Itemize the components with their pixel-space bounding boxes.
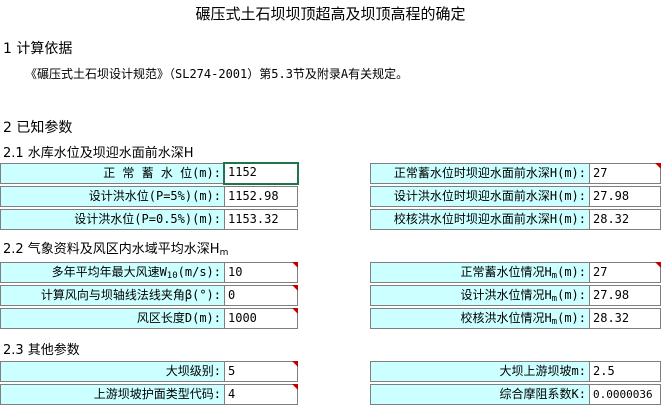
comment-marker[interactable] — [292, 308, 298, 314]
comment-marker[interactable] — [292, 384, 298, 390]
sheet-title: 碾压式土石坝坝顶超高及坝顶高程的确定 — [195, 5, 466, 23]
section-1-heading: 1 计算依据 — [3, 41, 73, 57]
dam-grade-input[interactable]: 5 — [224, 361, 298, 382]
max-wind-speed-input[interactable]: 10 — [224, 262, 298, 283]
fetch-length-label: 风区长度D(m): — [0, 308, 225, 329]
upstream-slope-input[interactable]: 2.5 — [589, 361, 661, 382]
design-flood-level-5-label: 设计洪水位(P=5%)(m): — [0, 186, 225, 207]
max-wind-speed-label: 多年平均年最大风速W10(m/s): — [0, 262, 225, 283]
normal-water-level-label: 正 常 蓄 水 位(m): — [0, 163, 225, 184]
comment-marker[interactable] — [292, 361, 298, 367]
dam-grade-label: 大坝级别: — [0, 361, 225, 382]
friction-coefficient-label: 综合摩阻系数K: — [370, 384, 590, 405]
comment-marker[interactable] — [292, 262, 298, 268]
comment-marker[interactable] — [655, 163, 661, 169]
wind-angle-label: 计算风向与坝轴线法线夹角β(°): — [0, 285, 225, 306]
section-2-heading: 2 已知参数 — [3, 120, 73, 136]
design-level-depth-label: 设计洪水位时坝迎水面前水深H(m): — [370, 186, 590, 207]
check-level-depth-label: 校核洪水位时坝迎水面前水深H(m): — [370, 209, 590, 230]
section-2-3-heading: 2.3 其他参数 — [3, 343, 80, 358]
check-level-mean-depth-input[interactable]: 28.32 — [589, 308, 661, 329]
check-level-depth-input[interactable]: 28.32 — [589, 209, 661, 230]
comment-marker[interactable] — [655, 262, 661, 268]
normal-level-depth-input[interactable]: 27 — [589, 163, 661, 184]
design-flood-level-5-input[interactable]: 1152.98 — [224, 186, 298, 207]
upstream-slope-label: 大坝上游坝坡m: — [370, 361, 590, 382]
design-level-mean-depth-input[interactable]: 27.98 — [589, 285, 661, 306]
calculation-basis-text: 《碾压式土石坝设计规范》（SL274-2001）第5.3节及附录A有关规定。 — [25, 67, 409, 81]
normal-level-mean-depth-label: 正常蓄水位情况Hm(m): — [370, 262, 590, 283]
design-level-mean-depth-label: 设计洪水位情况Hm(m): — [370, 285, 590, 306]
normal-water-level-input[interactable]: 1152 — [223, 162, 299, 185]
design-flood-level-05-label: 设计洪水位(P=0.5%)(m): — [0, 209, 225, 230]
section-2-1-heading: 2.1 水库水位及坝迎水面前水深H — [3, 146, 194, 161]
section-2-2-heading: 2.2 气象资料及风区内水域平均水深Hm — [3, 242, 229, 258]
normal-level-depth-label: 正常蓄水位时坝迎水面前水深H(m): — [370, 163, 590, 184]
slope-protection-type-label: 上游坝坡护面类型代码: — [0, 384, 225, 405]
normal-level-mean-depth-input[interactable]: 27 — [589, 262, 661, 283]
design-flood-level-05-input[interactable]: 1153.32 — [224, 209, 298, 230]
design-level-depth-input[interactable]: 27.98 — [589, 186, 661, 207]
friction-coefficient-input[interactable]: 0.0000036 — [589, 384, 661, 405]
check-level-mean-depth-label: 校核洪水位情况Hm(m): — [370, 308, 590, 329]
slope-protection-type-input[interactable]: 4 — [224, 384, 298, 405]
fetch-length-input[interactable]: 1000 — [224, 308, 298, 329]
wind-angle-input[interactable]: 0 — [224, 285, 298, 306]
comment-marker[interactable] — [292, 285, 298, 291]
